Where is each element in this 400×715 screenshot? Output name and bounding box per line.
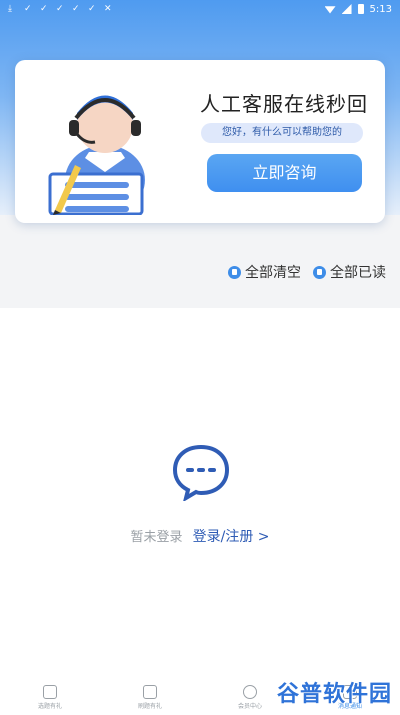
signal-icon <box>341 4 352 14</box>
wifi-icon <box>324 6 336 14</box>
tab-label: 选题有礼 <box>37 703 62 710</box>
trash-icon <box>228 265 241 279</box>
customer-service-card: 人工客服在线秒回 您好，有什么可以帮助您的 立即咨询 <box>15 60 385 223</box>
login-prompt: 暂未登录 登录/注册 > <box>0 526 400 546</box>
notification-icons: ⤓ ✓ ✓ ✓ ✓ ✓ ✕ <box>8 3 114 14</box>
status-bar: ⤓ ✓ ✓ ✓ ✓ ✓ ✕ 5:13 <box>0 0 400 18</box>
clear-all-label: 全部清空 <box>245 265 301 281</box>
watermark-logo: 谷普软件园 <box>276 682 392 707</box>
battery-icon <box>357 4 364 14</box>
check-icon: ✓ <box>72 3 80 14</box>
check-icon: ✓ <box>56 3 64 14</box>
message-actions: 全部清空 全部已读 <box>228 262 386 282</box>
clear-all-button[interactable]: 全部清空 <box>228 262 301 282</box>
customer-service-agent-icon <box>48 95 145 215</box>
consult-now-button[interactable]: 立即咨询 <box>207 154 362 192</box>
user-icon <box>243 685 257 699</box>
runner-icon <box>43 685 57 699</box>
service-subtitle: 您好，有什么可以帮助您的 <box>201 123 363 143</box>
not-logged-in-text: 暂未登录 <box>130 530 183 545</box>
tab-label: 刷题有礼 <box>137 703 162 710</box>
check-icon: ✓ <box>88 3 96 14</box>
check-icon: ✓ <box>40 3 48 14</box>
tab-select-gift[interactable]: 选题有礼 <box>10 685 90 710</box>
status-time: 5:13 <box>369 3 392 15</box>
mark-all-read-button[interactable]: 全部已读 <box>313 262 386 282</box>
check-icon: ✓ <box>24 3 32 14</box>
bell-icon <box>313 265 326 279</box>
login-register-link[interactable]: 登录/注册 > <box>193 529 270 545</box>
download-icon: ⤓ <box>8 3 12 14</box>
book-icon <box>143 685 157 699</box>
service-title: 人工客服在线秒回 <box>200 92 368 116</box>
message-bubble-icon <box>172 444 230 501</box>
close-icon: ✕ <box>104 3 112 14</box>
mark-all-read-label: 全部已读 <box>330 265 386 281</box>
tab-label: 会员中心 <box>237 703 262 710</box>
tab-practice-gift[interactable]: 刷题有礼 <box>110 685 190 710</box>
